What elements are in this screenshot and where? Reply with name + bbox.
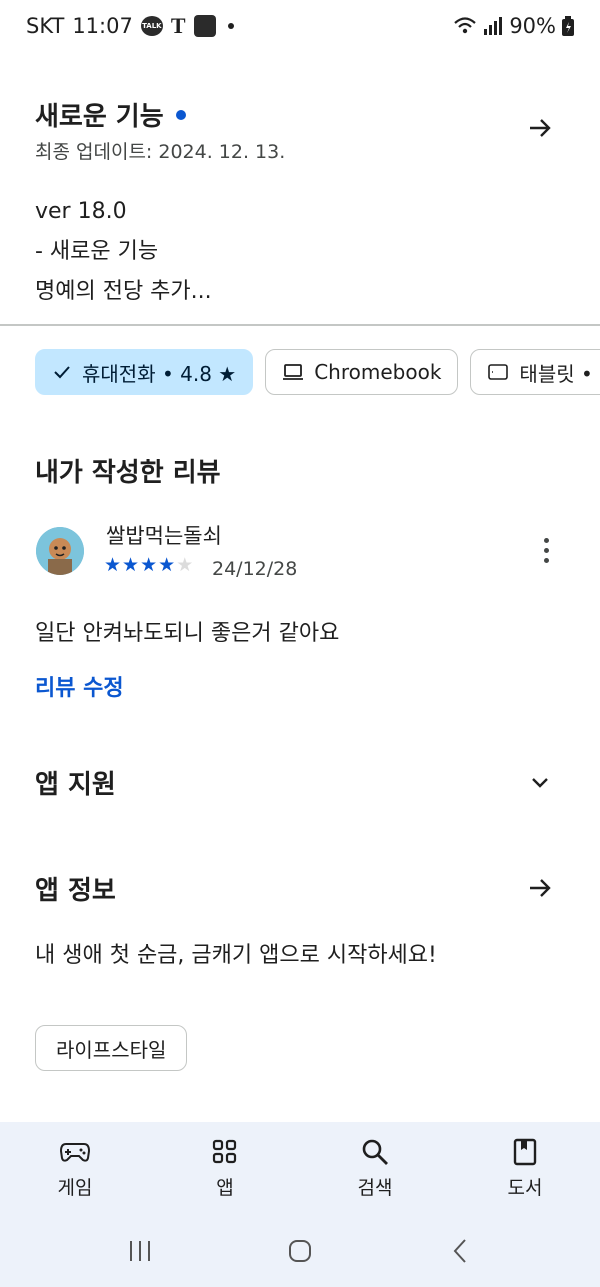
back-icon [453, 1239, 466, 1263]
nav-games[interactable]: 게임 [0, 1122, 150, 1215]
battery-percent: 90% [509, 14, 556, 38]
tablet-icon [488, 364, 509, 380]
whats-new-arrow-button[interactable] [520, 108, 560, 148]
app-info-title[interactable]: 앱 정보 [35, 870, 116, 907]
review-date: 24/12/28 [212, 558, 298, 580]
nav-search-label: 검색 [357, 1177, 393, 1199]
nav-books[interactable]: 도서 [450, 1122, 600, 1215]
chip-chromebook[interactable]: Chromebook [265, 349, 459, 395]
gamepad-icon [60, 1137, 90, 1167]
battery-icon [562, 16, 574, 36]
avatar [36, 527, 84, 575]
app-info-arrow-button[interactable] [520, 868, 560, 908]
star-filled-icon: ★ [140, 554, 158, 576]
arrow-right-icon [530, 879, 551, 897]
whats-new-title-text: 새로운 기능 [35, 102, 164, 132]
review-text: 일단 안켜놔도되니 좋은거 같아요 [35, 621, 340, 646]
release-note-line: ver 18.0 [35, 199, 127, 224]
nav-books-label: 도서 [507, 1177, 543, 1199]
new-indicator-dot [175, 109, 186, 120]
carrier-label: SKT [26, 14, 65, 38]
chip-phone-label: 휴대전화 • 4.8 ★ [82, 361, 237, 386]
nav-search[interactable]: 검색 [300, 1122, 450, 1215]
app-description: 내 생애 첫 순금, 금캐기 앱으로 시작하세요! [35, 943, 437, 968]
app-support-title[interactable]: 앱 지원 [35, 764, 116, 801]
my-review-heading: 내가 작성한 리뷰 [35, 458, 221, 488]
shopping-bag-icon [193, 15, 216, 37]
home-icon [289, 1240, 311, 1262]
rating-stars: ★ ★ ★ ★ ★ [104, 554, 193, 576]
status-bar: SKT 11:07 TALK T 90% [0, 0, 600, 52]
signal-icon [483, 17, 503, 35]
reviewer-name: 쌀밥먹는돌쇠 [106, 524, 222, 548]
release-note-line: - 새로운 기능 [35, 239, 159, 264]
release-notes: ver 18.0 - 새로운 기능 명예의 전당 추가... [35, 192, 212, 312]
recent-apps-button[interactable] [110, 1231, 170, 1271]
chip-tablet-label: 태블릿 • [519, 361, 593, 386]
arrow-right-icon [530, 119, 551, 137]
star-filled-icon: ★ [158, 554, 176, 576]
laptop-icon [283, 364, 304, 380]
kakaotalk-icon: TALK [140, 16, 163, 36]
recent-apps-icon [130, 1241, 150, 1261]
bottom-navigation: 게임 앱 검색 도서 [0, 1122, 600, 1215]
star-filled-icon: ★ [104, 554, 122, 576]
t-app-icon: T [170, 13, 186, 38]
star-filled-icon: ★ [122, 554, 140, 576]
clock: 11:07 [72, 14, 133, 38]
chip-tablet[interactable]: 태블릿 • [470, 349, 600, 395]
whats-new-title: 새로운 기능 [35, 96, 186, 133]
book-icon [510, 1137, 540, 1167]
device-filter-chips: 휴대전화 • 4.8 ★ Chromebook 태블릿 • [35, 349, 600, 395]
nav-apps[interactable]: 앱 [150, 1122, 300, 1215]
notification-dot-icon [227, 23, 234, 29]
chip-phone[interactable]: 휴대전화 • 4.8 ★ [35, 349, 254, 395]
section-divider [0, 324, 600, 326]
apps-grid-icon [210, 1137, 240, 1167]
chevron-down-icon [532, 778, 548, 788]
system-navigation-bar [0, 1215, 600, 1287]
edit-review-link[interactable]: 리뷰 수정 [35, 670, 124, 702]
home-button[interactable] [270, 1231, 330, 1271]
back-button[interactable] [430, 1231, 490, 1271]
check-icon [54, 366, 70, 379]
nav-games-label: 게임 [57, 1177, 93, 1199]
nav-apps-label: 앱 [216, 1177, 234, 1199]
wifi-icon [453, 16, 477, 36]
category-chip[interactable]: 라이프스타일 [35, 1025, 188, 1071]
star-empty-icon: ★ [176, 554, 194, 576]
search-icon [360, 1137, 390, 1167]
last-updated-text: 최종 업데이트: 2024. 12. 13. [35, 141, 286, 163]
more-options-button[interactable] [530, 532, 562, 568]
chip-chromebook-label: Chromebook [314, 360, 442, 384]
more-vert-icon [543, 537, 549, 543]
app-support-expand-button[interactable] [520, 762, 560, 802]
release-note-line: 명예의 전당 추가... [35, 279, 212, 304]
